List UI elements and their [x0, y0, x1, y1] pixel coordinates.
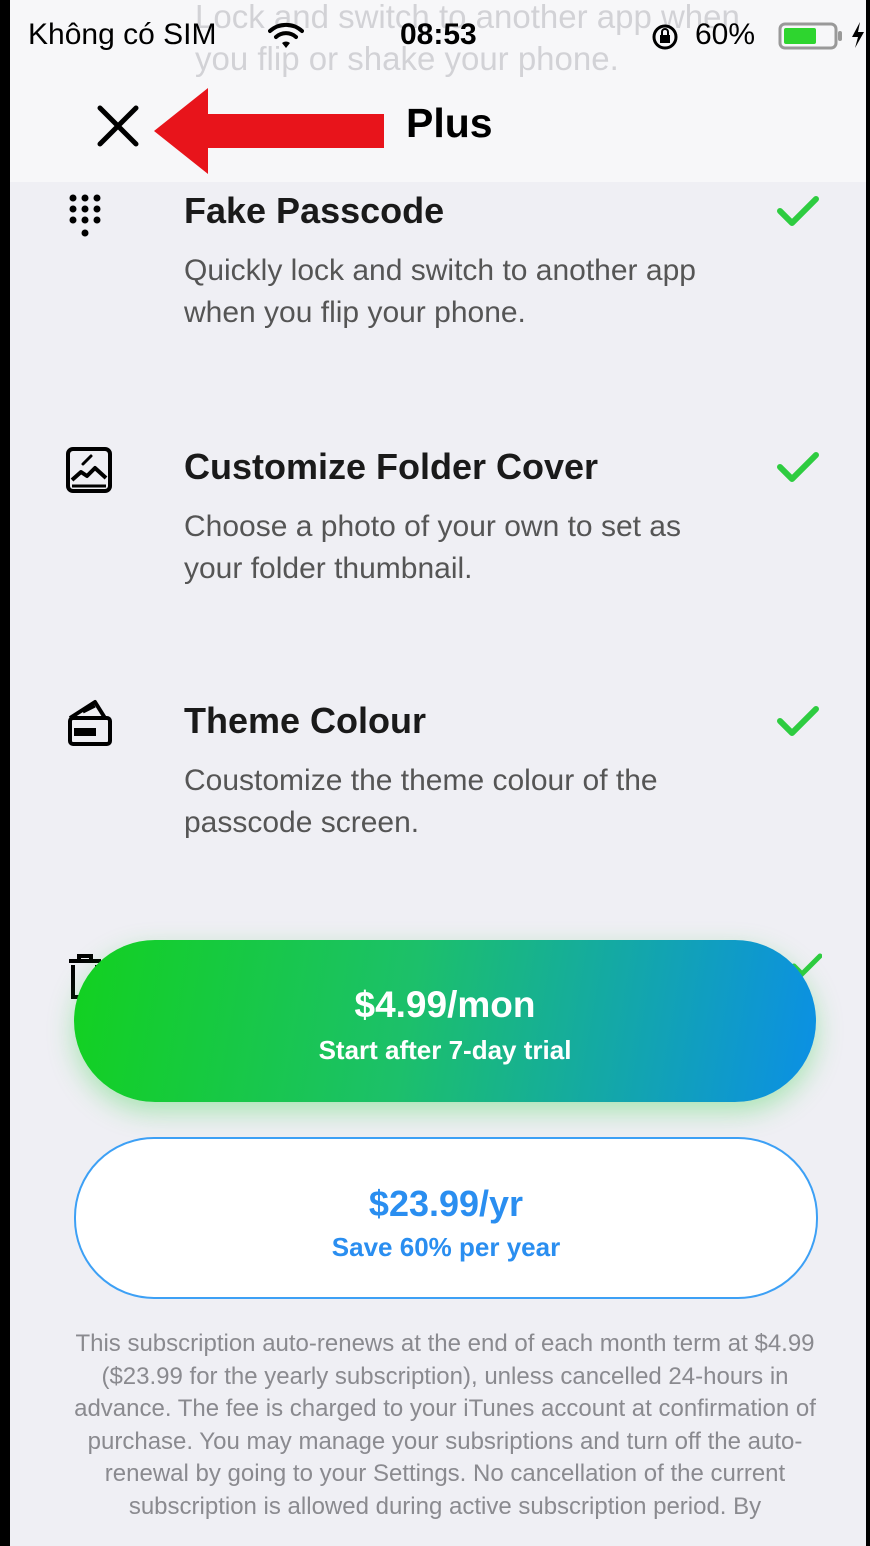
feature-title: Fake Passcode: [184, 190, 445, 231]
yearly-plan-button[interactable]: $23.99/yr Save 60% per year: [74, 1137, 818, 1299]
feature-description: Quickly lock and switch to another app w…: [184, 254, 696, 329]
close-button[interactable]: [90, 98, 146, 154]
charging-icon: [852, 22, 864, 48]
page-title: Plus: [406, 100, 493, 146]
feature-title: Theme Colour: [184, 700, 427, 741]
checkmark-icon: [777, 452, 819, 482]
feature-customize-folder-cover: Customize Folder Cover Choose a photo of…: [10, 442, 866, 622]
image-chart-icon: [66, 447, 112, 493]
feature-description: Coustomize the theme colour of the passc…: [184, 764, 658, 839]
monthly-price: $4.99/mon: [354, 984, 536, 1025]
checkmark-icon: [777, 196, 819, 226]
battery-icon: [778, 22, 842, 50]
left-border: [0, 0, 10, 1546]
yearly-price: $23.99/yr: [368, 1183, 524, 1224]
right-border: [866, 0, 870, 1546]
subscription-legal-text: This subscription auto-renews at the end…: [74, 1330, 816, 1520]
feature-title: Customize Folder Cover: [184, 446, 599, 487]
carrier-label: Không có SIM: [28, 18, 217, 51]
wifi-icon: [268, 22, 304, 48]
battery-percentage: 60%: [695, 18, 756, 51]
yearly-savings-note: Save 60% per year: [331, 1232, 561, 1262]
monthly-plan-button[interactable]: $4.99/mon Start after 7-day trial: [74, 940, 816, 1102]
feature-description: Choose a photo of your own to set as you…: [184, 510, 681, 585]
feature-fake-passcode: Fake Passcode Quickly lock and switch to…: [10, 186, 866, 366]
palette-icon: [68, 700, 112, 746]
monthly-trial-note: Start after 7-day trial: [318, 1035, 572, 1065]
clock-time: 08:53: [400, 18, 477, 51]
header-bar: Lock and switch to another app when you …: [10, 0, 866, 182]
feature-theme-colour: Theme Colour Coustomize the theme colour…: [10, 696, 866, 876]
close-icon: [97, 105, 139, 147]
red-arrow-icon: [154, 88, 384, 174]
keypad-icon: [69, 194, 101, 237]
rotation-lock-icon: [652, 24, 678, 50]
checkmark-icon: [777, 706, 819, 736]
